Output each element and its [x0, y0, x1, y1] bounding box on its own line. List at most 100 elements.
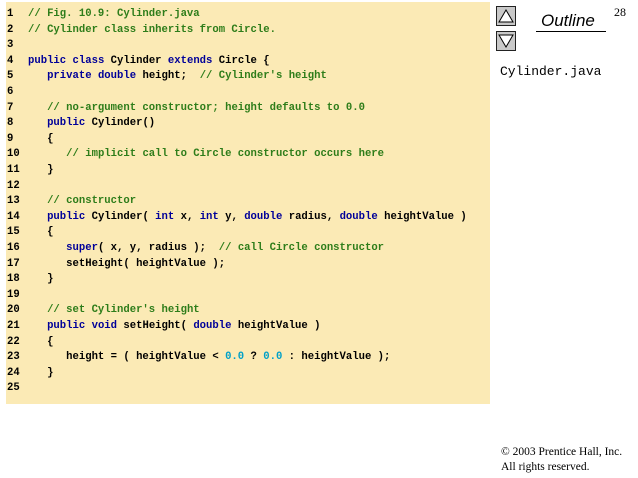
code-token-keyword: double — [97, 70, 137, 83]
code-token-keyword: public — [47, 320, 86, 332]
code-token-normal: { — [28, 132, 54, 145]
code-text: public void setHeight( double heightValu… — [28, 318, 321, 335]
code-line: 2 // Cylinder class inherits from Circle. — [6, 22, 490, 39]
outline-down-button[interactable] — [496, 31, 516, 51]
line-number: 7 — [7, 101, 14, 114]
line-number: 20 — [7, 304, 20, 317]
code-token-number: 0.0 — [263, 351, 283, 364]
line-number: 6 — [7, 86, 14, 98]
code-line: 20 // set Cylinder's height — [6, 302, 490, 319]
code-text: { — [28, 334, 53, 351]
code-line: 11 } — [6, 162, 490, 179]
code-text: private double height; // Cylinder's hei… — [28, 68, 327, 85]
code-token-comment: // no-argument constructor; height defau… — [47, 101, 365, 114]
code-token-normal: : heightValue ); — [282, 351, 391, 364]
code-token-keyword: double — [244, 210, 283, 223]
outline-file-name[interactable]: Cylinder.java — [500, 64, 601, 79]
code-token-keyword: int — [199, 210, 219, 223]
line-number: 21 — [7, 320, 20, 332]
code-token-normal: height = ( heightValue < — [28, 351, 226, 364]
code-token-normal: setHeight( — [117, 320, 194, 332]
line-number: 23 — [7, 351, 20, 364]
code-text: public class Cylinder extends Circle { — [28, 53, 270, 70]
rights-line: All rights reserved. — [501, 461, 590, 473]
code-token-normal: } — [28, 273, 54, 286]
code-line: 15 { — [6, 224, 490, 241]
line-number: 19 — [7, 288, 20, 301]
code-line: 9 { — [6, 131, 490, 148]
code-line: 7 // no-argument constructor; height def… — [6, 100, 490, 117]
code-text: { — [28, 131, 53, 148]
code-line: 17 setHeight( heightValue ); — [6, 256, 490, 273]
code-token-normal — [28, 102, 47, 114]
code-text: // implicit call to Circle constructor o… — [28, 146, 384, 163]
code-token-comment: // constructor — [47, 195, 137, 208]
code-line: 18 } — [6, 271, 490, 288]
code-line: 3 — [6, 37, 490, 54]
code-token-normal: Cylinder() — [85, 117, 156, 130]
code-token-normal: { — [28, 335, 54, 348]
code-token-number: 0.0 — [225, 351, 245, 364]
line-number: 9 — [7, 132, 14, 145]
line-number: 15 — [7, 226, 20, 239]
code-token-comment: // Fig. 10.9: Cylinder.java — [28, 8, 200, 20]
code-token-normal — [28, 195, 47, 207]
code-token-comment: // Cylinder class inherits from Circle. — [28, 23, 276, 36]
code-line: 12 — [6, 178, 490, 195]
line-number: 17 — [7, 257, 20, 270]
code-token-comment: // call Circle constructor — [218, 242, 385, 254]
line-number: 24 — [7, 366, 20, 379]
code-token-keyword: private — [47, 70, 92, 83]
code-token-keyword: super — [66, 242, 98, 254]
code-token-keyword: extends — [167, 54, 213, 67]
line-number: 12 — [7, 179, 20, 192]
code-text: // Fig. 10.9: Cylinder.java — [28, 6, 200, 23]
code-line: 1 // Fig. 10.9: Cylinder.java — [6, 6, 490, 23]
code-text: // no-argument constructor; height defau… — [28, 100, 365, 117]
code-text: height = ( heightValue < 0.0 ? 0.0 : hei… — [28, 349, 390, 366]
code-text: } — [28, 162, 53, 179]
line-number: 16 — [7, 242, 20, 254]
line-number: 14 — [7, 210, 20, 223]
line-number: 22 — [7, 335, 20, 348]
code-token-normal: setHeight( heightValue ); — [28, 257, 226, 270]
outline-up-button[interactable] — [496, 6, 516, 26]
code-text: } — [28, 365, 53, 382]
code-token-keyword: public — [28, 54, 67, 67]
code-line: 19 — [6, 287, 490, 304]
code-token-comment: // Cylinder's height — [199, 70, 327, 83]
code-token-comment: // implicit call to Circle constructor o… — [66, 148, 385, 161]
code-token-normal: x, — [174, 210, 200, 223]
code-token-normal — [28, 242, 66, 254]
line-number: 18 — [7, 273, 20, 286]
line-number: 10 — [7, 148, 20, 161]
code-token-normal: y, — [218, 210, 245, 223]
code-token-normal: Circle { — [212, 54, 270, 67]
line-number: 4 — [7, 54, 14, 67]
code-line: 21 public void setHeight( double heightV… — [6, 318, 490, 335]
code-text: super( x, y, radius ); // call Circle co… — [28, 240, 384, 257]
code-token-normal — [28, 211, 47, 223]
code-line: 16 super( x, y, radius ); // call Circle… — [6, 240, 490, 257]
code-token-normal: heightValue ) — [231, 320, 321, 332]
code-text: // Cylinder class inherits from Circle. — [28, 22, 276, 39]
code-line: 4 public class Cylinder extends Circle { — [6, 53, 490, 70]
code-text: { — [28, 224, 53, 241]
code-text: // set Cylinder's height — [28, 302, 200, 319]
code-token-normal: } — [28, 366, 54, 379]
code-token-normal: heightValue ) — [377, 210, 467, 223]
outline-underline — [536, 31, 606, 32]
page-number: 28 — [614, 5, 626, 19]
code-line: 8 public Cylinder() — [6, 115, 490, 132]
code-token-normal — [28, 148, 66, 160]
code-token-normal: { — [28, 226, 54, 239]
code-text: setHeight( heightValue ); — [28, 256, 225, 273]
copyright-line: © 2003 Prentice Hall, Inc. — [501, 446, 623, 458]
line-number: 25 — [7, 382, 20, 395]
code-token-normal: Cylinder( — [85, 210, 156, 223]
code-text: } — [28, 271, 53, 288]
code-token-normal — [28, 70, 47, 82]
code-token-keyword: int — [155, 210, 175, 223]
code-token-keyword: double — [193, 320, 232, 332]
code-text: public Cylinder() — [28, 115, 155, 132]
